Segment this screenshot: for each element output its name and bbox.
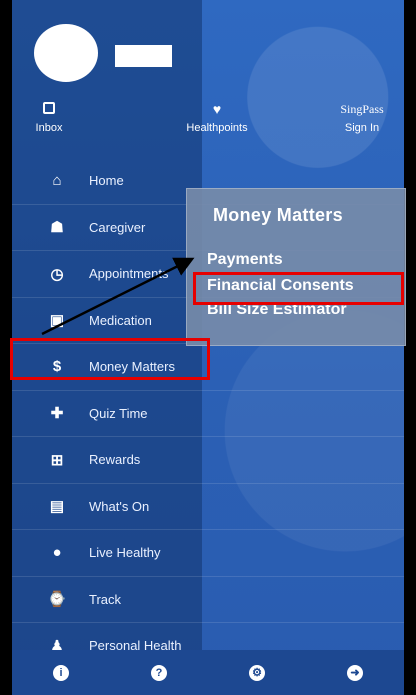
- home-icon: ⌂: [52, 172, 62, 190]
- menu-item-label: What's On: [89, 498, 150, 514]
- puzzle-icon: ✚: [50, 405, 64, 423]
- logout-icon[interactable]: ➜: [347, 664, 363, 681]
- settings-icon[interactable]: ⚙: [249, 664, 265, 681]
- menu-item-whats-on[interactable]: ▤ What's On: [12, 484, 404, 530]
- watch-icon: ⌚: [47, 591, 67, 609]
- singpass-logo: SingPass: [340, 102, 384, 116]
- inbox-icon: [34, 100, 64, 118]
- popup-item-payments[interactable]: Payments: [207, 251, 283, 269]
- highlight-money-matters: [10, 338, 210, 380]
- menu-item-label: Caregiver: [89, 219, 146, 235]
- popup-title: Money Matters: [213, 205, 343, 225]
- menu-item-label: Appointments: [89, 266, 169, 282]
- calendar-icon: ▤: [49, 498, 65, 516]
- menu-item-label: Quiz Time: [89, 405, 148, 421]
- highlight-financial-consents: [193, 272, 404, 305]
- caregiver-icon: ☗: [50, 219, 64, 237]
- apple-icon: ●: [52, 544, 62, 562]
- healthpoints-button[interactable]: ♥ Healthpoints: [177, 100, 257, 134]
- menu-item-live-healthy[interactable]: ● Live Healthy: [12, 530, 404, 577]
- inbox-label: Inbox: [35, 122, 63, 134]
- avatar[interactable]: [34, 24, 98, 82]
- menu-item-label: Medication: [89, 312, 152, 328]
- gift-icon: ⊞: [50, 451, 64, 469]
- inbox-button[interactable]: Inbox: [34, 100, 64, 134]
- menu-item-label: Home: [89, 173, 124, 189]
- heart-icon: ♥: [212, 101, 222, 117]
- help-icon[interactable]: ?: [151, 664, 167, 681]
- singpass-signin-button[interactable]: SingPass Sign In: [332, 100, 392, 134]
- signin-label: Sign In: [344, 122, 380, 134]
- money-matters-popup: Money Matters Payments Financial Consent…: [186, 188, 406, 346]
- menu-item-label: Live Healthy: [89, 545, 161, 561]
- user-name-redacted: [115, 45, 172, 67]
- footer-bar: i ? ⚙ ➜: [12, 650, 404, 695]
- menu-item-label: Rewards: [89, 452, 141, 468]
- healthpoints-label: Healthpoints: [186, 122, 248, 134]
- menu-item-quiz-time[interactable]: ✚ Quiz Time: [12, 391, 404, 437]
- clock-icon: ◷: [50, 265, 64, 283]
- menu-item-rewards[interactable]: ⊞ Rewards: [12, 437, 404, 484]
- top-actions-bar: Inbox ♥ Healthpoints SingPass Sign In: [12, 100, 404, 150]
- info-icon[interactable]: i: [53, 664, 69, 681]
- medication-icon: ▣: [49, 312, 65, 330]
- menu-item-track[interactable]: ⌚ Track: [12, 577, 404, 623]
- menu-item-label: Track: [89, 591, 122, 607]
